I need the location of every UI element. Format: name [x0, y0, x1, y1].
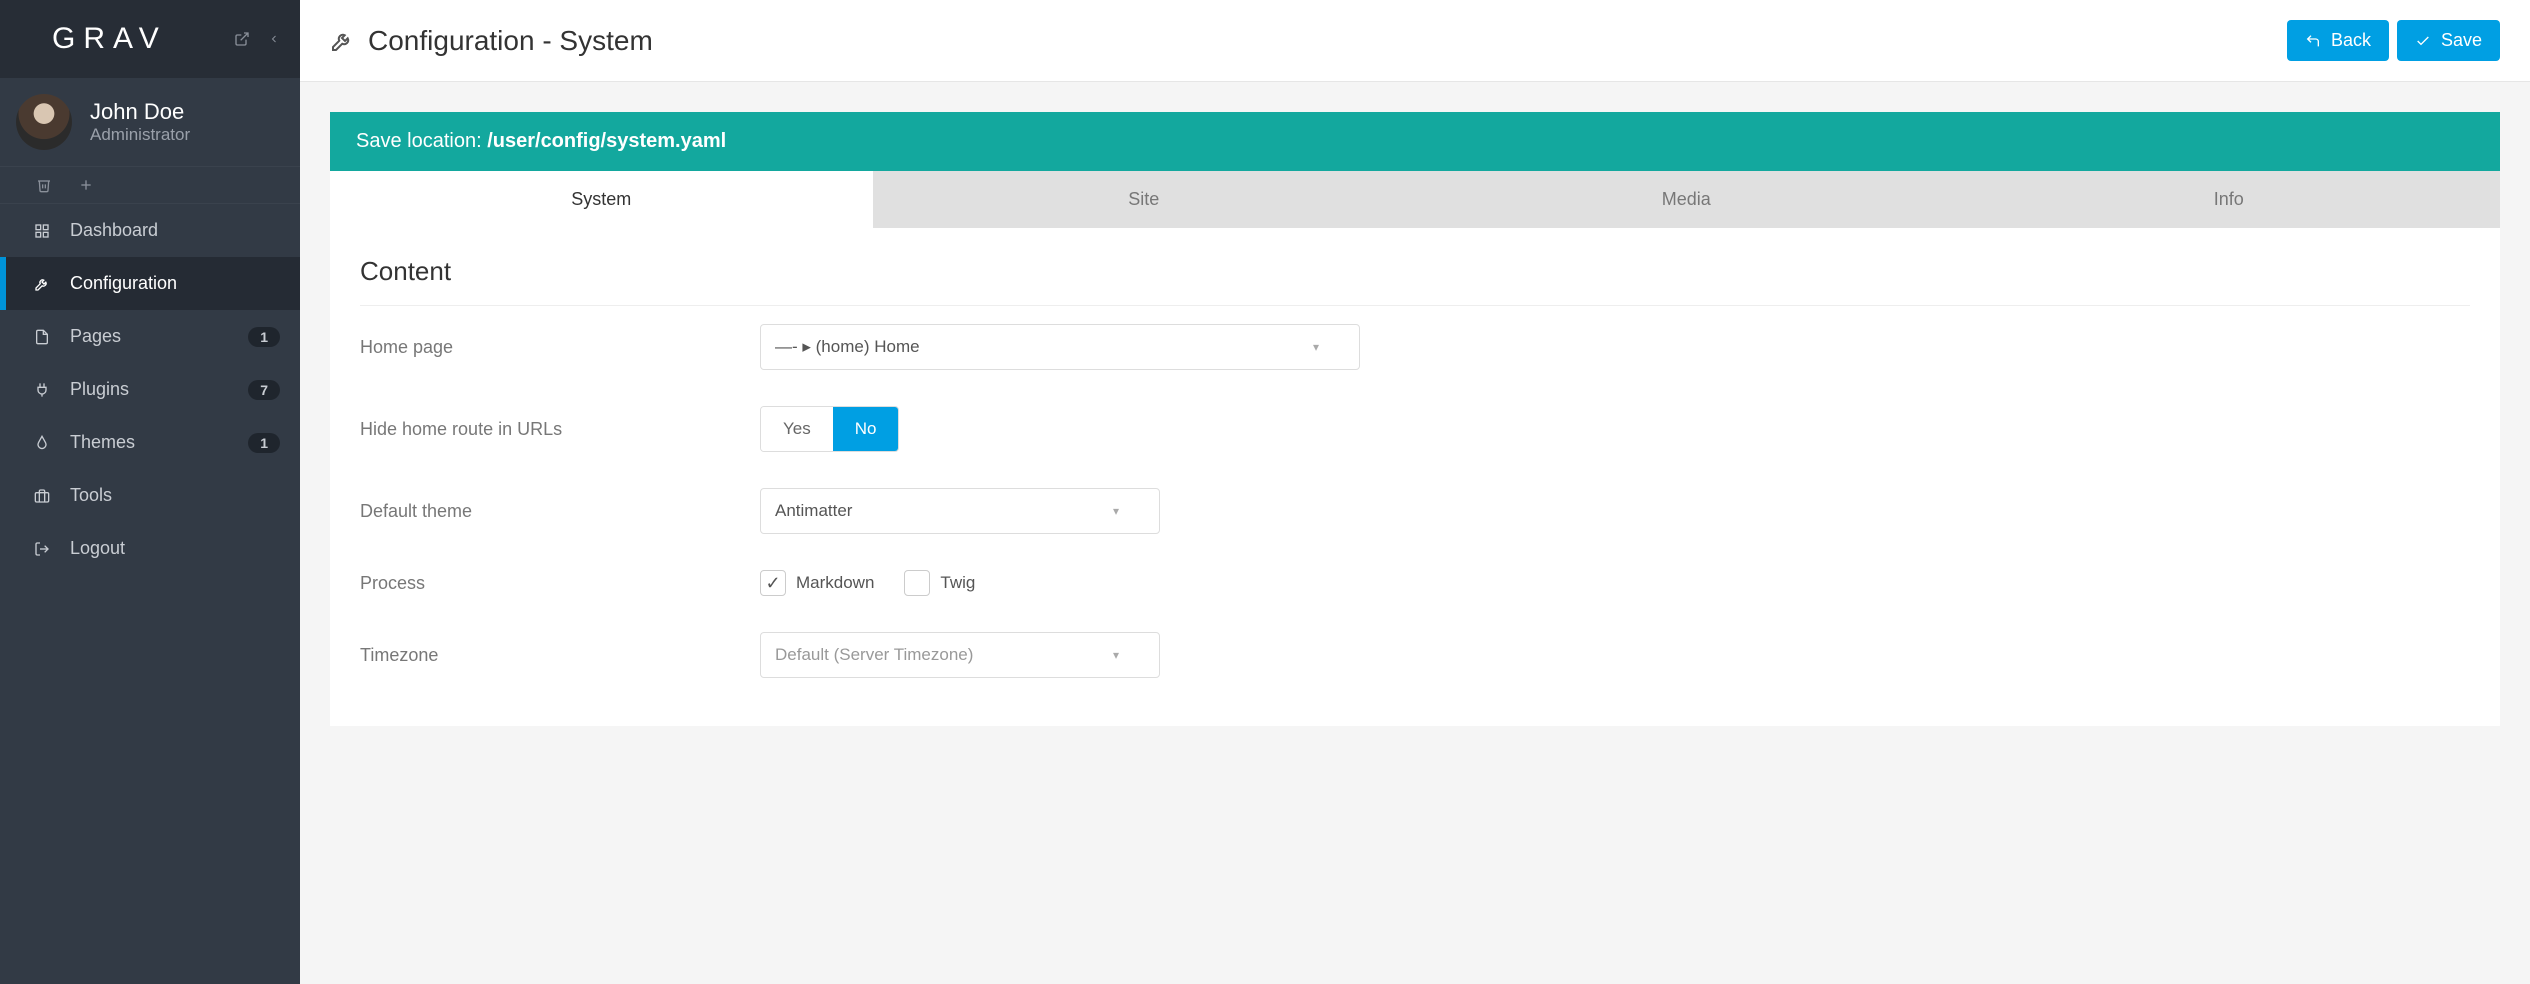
- section-title: Content: [360, 248, 2470, 306]
- drop-icon: [32, 435, 52, 451]
- file-icon: [32, 329, 52, 345]
- chevron-down-icon: ▾: [1113, 648, 1119, 662]
- tool-row: [0, 166, 300, 204]
- reply-icon: [2305, 33, 2321, 49]
- logout-icon: [32, 541, 52, 557]
- wrench-icon: [32, 276, 52, 292]
- nav-configuration[interactable]: Configuration: [0, 257, 300, 310]
- save-location-banner: Save location: /user/config/system.yaml: [330, 112, 2500, 171]
- tab-system[interactable]: System: [330, 171, 873, 228]
- user-role: Administrator: [90, 125, 190, 145]
- page-title-text: Configuration - System: [368, 25, 653, 57]
- tab-media[interactable]: Media: [1415, 171, 1958, 228]
- nav-dashboard[interactable]: Dashboard: [0, 204, 300, 257]
- toggle-no[interactable]: No: [833, 407, 899, 451]
- chevron-down-icon: ▾: [1113, 504, 1119, 518]
- row-timezone: Timezone Default (Server Timezone) ▾: [360, 614, 2470, 696]
- grid-icon: [32, 223, 52, 239]
- row-homepage: Home page —- ▸ (home) Home ▾: [360, 306, 2470, 388]
- save-button[interactable]: Save: [2397, 20, 2500, 61]
- label-hidehome: Hide home route in URLs: [360, 419, 760, 440]
- row-process: Process Markdown Twig: [360, 552, 2470, 614]
- check-label-twig: Twig: [940, 573, 975, 593]
- tabs: System Site Media Info: [330, 171, 2500, 228]
- nav-plugins[interactable]: Plugins 7: [0, 363, 300, 416]
- back-label: Back: [2331, 30, 2371, 51]
- toggle-hidehome: Yes No: [760, 406, 899, 452]
- select-value: Default (Server Timezone): [775, 645, 973, 665]
- select-homepage[interactable]: —- ▸ (home) Home ▾: [760, 324, 1360, 370]
- briefcase-icon: [32, 488, 52, 504]
- select-theme[interactable]: Antimatter ▾: [760, 488, 1160, 534]
- trash-icon[interactable]: [36, 177, 52, 193]
- nav-label: Themes: [70, 432, 135, 453]
- row-theme: Default theme Antimatter ▾: [360, 470, 2470, 552]
- nav-label: Dashboard: [70, 220, 158, 241]
- nav-label: Logout: [70, 538, 125, 559]
- toggle-yes[interactable]: Yes: [761, 407, 833, 451]
- banner-path: /user/config/system.yaml: [487, 130, 726, 152]
- chevron-down-icon: ▾: [1313, 340, 1319, 354]
- label-theme: Default theme: [360, 501, 760, 522]
- row-hidehome: Hide home route in URLs Yes No: [360, 388, 2470, 470]
- plus-icon[interactable]: [78, 177, 94, 193]
- label-process: Process: [360, 573, 760, 594]
- badge-pages: 1: [248, 327, 280, 347]
- topbar: Configuration - System Back Save: [300, 0, 2530, 82]
- checkbox-twig[interactable]: [904, 570, 930, 596]
- page-title: Configuration - System: [330, 25, 653, 57]
- nav-label: Tools: [70, 485, 112, 506]
- tab-site[interactable]: Site: [873, 171, 1416, 228]
- chevron-left-icon[interactable]: [268, 31, 280, 47]
- external-link-icon[interactable]: [234, 31, 250, 47]
- sidebar: GRAV John Doe Administrator: [0, 0, 300, 984]
- nav-label: Plugins: [70, 379, 129, 400]
- wrench-icon: [330, 29, 354, 53]
- user-name: John Doe: [90, 99, 190, 125]
- panel: Content Home page —- ▸ (home) Home ▾ Hid…: [330, 228, 2500, 726]
- select-value: —- ▸ (home) Home: [775, 337, 920, 357]
- back-button[interactable]: Back: [2287, 20, 2389, 61]
- check-label-markdown: Markdown: [796, 573, 874, 593]
- label-homepage: Home page: [360, 337, 760, 358]
- brand-logo: GRAV: [52, 22, 167, 56]
- avatar: [16, 94, 72, 150]
- label-timezone: Timezone: [360, 645, 760, 666]
- check-icon: [2415, 33, 2431, 49]
- nav-pages[interactable]: Pages 1: [0, 310, 300, 363]
- logo-row: GRAV: [0, 0, 300, 78]
- nav-logout[interactable]: Logout: [0, 522, 300, 575]
- badge-plugins: 7: [248, 380, 280, 400]
- main: Configuration - System Back Save Save lo…: [300, 0, 2530, 984]
- select-value: Antimatter: [775, 501, 852, 521]
- nav-label: Pages: [70, 326, 121, 347]
- user-block[interactable]: John Doe Administrator: [0, 78, 300, 166]
- save-label: Save: [2441, 30, 2482, 51]
- nav-label: Configuration: [70, 273, 177, 294]
- nav-themes[interactable]: Themes 1: [0, 416, 300, 469]
- checkbox-markdown[interactable]: [760, 570, 786, 596]
- nav: Dashboard Configuration Pages 1 Plugins …: [0, 204, 300, 575]
- badge-themes: 1: [248, 433, 280, 453]
- nav-tools[interactable]: Tools: [0, 469, 300, 522]
- plug-icon: [32, 382, 52, 398]
- banner-prefix: Save location:: [356, 130, 487, 152]
- select-timezone[interactable]: Default (Server Timezone) ▾: [760, 632, 1160, 678]
- tab-info[interactable]: Info: [1958, 171, 2501, 228]
